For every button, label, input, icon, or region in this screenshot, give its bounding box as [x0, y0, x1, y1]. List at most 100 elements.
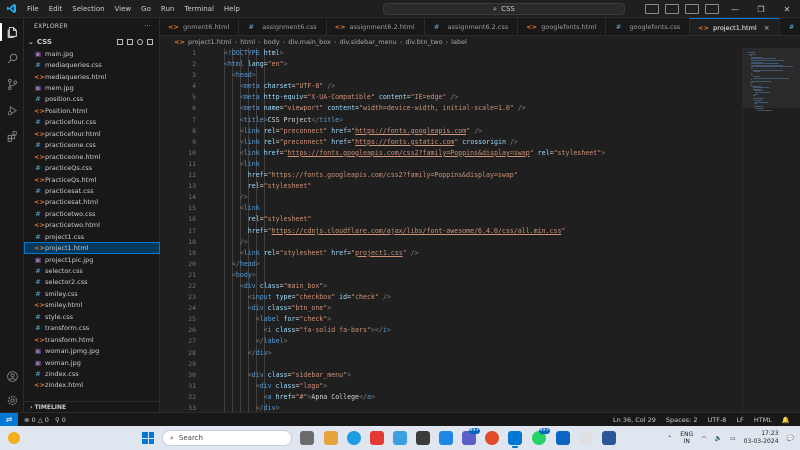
linkedin-icon[interactable]: [556, 431, 570, 445]
breadcrumb-item[interactable]: div.btn_two: [405, 38, 442, 46]
encoding[interactable]: UTF-8: [707, 416, 726, 424]
file-item[interactable]: <> practicesat.html: [24, 197, 160, 208]
code-line[interactable]: <label for="check">: [216, 314, 736, 325]
file-item[interactable]: # selector.css: [24, 265, 160, 276]
ports-status[interactable]: ⚲ 0: [55, 416, 66, 424]
maximize-button[interactable]: ❐: [748, 0, 774, 18]
code-line[interactable]: <link rel="stylesheet" href="project1.cs…: [216, 248, 736, 259]
vscode-taskbar-icon[interactable]: [508, 431, 522, 448]
whatsapp-icon[interactable]: 99+: [532, 428, 550, 445]
file-item[interactable]: # practicetwo.css: [24, 208, 160, 219]
indentation[interactable]: Spaces: 2: [666, 416, 698, 424]
tab-close-icon[interactable]: ×: [764, 24, 770, 32]
file-item[interactable]: ▣ woman.jpmg.jpg: [24, 345, 160, 356]
toggle-sidebar-icon[interactable]: [645, 4, 659, 14]
code-line[interactable]: <link rel="preconnect" href="https://fon…: [216, 126, 736, 137]
code-line[interactable]: <div class="main_box">: [216, 281, 736, 292]
menu-edit[interactable]: Edit: [44, 0, 68, 18]
code-editor[interactable]: 1 2 3 4 5 6 7 8 9 10 11 12 13 14 15 16 17 18 19 20 21 22 23 24 2…: [160, 48, 742, 412]
menu-view[interactable]: View: [110, 0, 137, 18]
search-icon[interactable]: [0, 46, 24, 70]
file-item[interactable]: ▣ mem.jpg: [24, 82, 160, 93]
timeline-section[interactable]: › TIMELINE: [24, 401, 160, 412]
file-item[interactable]: ▣ main.jpg: [24, 48, 160, 59]
mail-icon[interactable]: [439, 431, 453, 445]
code-line[interactable]: <div class="sidebar_menu">: [216, 370, 736, 381]
breadcrumb-item[interactable]: label: [451, 38, 467, 46]
tab-googlefonts-html[interactable]: <> googlefonts.html: [518, 18, 607, 35]
refresh-icon[interactable]: [137, 39, 143, 45]
tray-chevron-up-icon[interactable]: ⌃: [667, 435, 672, 442]
code-line[interactable]: <link: [216, 203, 736, 214]
cursor-position[interactable]: Ln 36, Col 29: [613, 416, 656, 424]
file-item[interactable]: # project1.css: [24, 231, 160, 242]
tab-gnment6-html[interactable]: <> gnment6.html: [160, 18, 240, 35]
weather-widget[interactable]: [0, 432, 20, 444]
menu-terminal[interactable]: Terminal: [179, 0, 219, 18]
breadcrumb-item[interactable]: div.sidebar_menu: [340, 38, 397, 46]
file-item[interactable]: <> smiley.html: [24, 300, 160, 311]
photos-icon[interactable]: [393, 431, 407, 445]
collapse-all-icon[interactable]: [147, 39, 153, 45]
code-line[interactable]: </head>: [216, 259, 736, 270]
windows-start-icon[interactable]: [142, 432, 154, 444]
file-item[interactable]: <> project1.html: [24, 242, 160, 254]
code-line[interactable]: <i class="fa-solid fa-bars"></i>: [216, 325, 736, 336]
settings-gear-icon[interactable]: [0, 388, 24, 412]
notifications-bell-icon[interactable]: 🔔: [782, 416, 790, 424]
minimize-button[interactable]: —: [722, 0, 748, 18]
code-line[interactable]: href="https://fonts.googleapis.com/css2?…: [216, 170, 736, 181]
toggle-panel-icon[interactable]: [665, 4, 679, 14]
account-icon[interactable]: [0, 364, 24, 388]
file-item[interactable]: # style.css: [24, 311, 160, 322]
code-line[interactable]: />: [216, 237, 736, 248]
code-line[interactable]: href="https://cdnjs.cloudflare.com/ajax/…: [216, 226, 736, 237]
tab-assignment6-css[interactable]: # assignment6.css: [239, 18, 327, 35]
speaker-icon[interactable]: 🔈: [714, 435, 721, 442]
code-line[interactable]: <div class="btn_one">: [216, 303, 736, 314]
code-line[interactable]: <meta charset="UTF-8" />: [216, 81, 736, 92]
file-item[interactable]: <> practiceone.html: [24, 151, 160, 162]
code-line[interactable]: rel="stylesheet": [216, 214, 736, 225]
folder-css[interactable]: ⌄ CSS: [24, 36, 159, 48]
code-line[interactable]: </label>: [216, 336, 736, 347]
tab-googlefonts-css[interactable]: # googlefonts.css: [606, 18, 691, 35]
code-line[interactable]: rel="stylesheet": [216, 181, 736, 192]
code-line[interactable]: <link rel="preconnect" href="https://fon…: [216, 137, 736, 148]
file-item[interactable]: # mediaqueries.css: [24, 59, 160, 70]
file-item[interactable]: ▣ woman.jpg: [24, 357, 160, 368]
language-mode[interactable]: HTML: [754, 416, 772, 424]
code-line[interactable]: <link href="https://fonts.googleapis.com…: [216, 148, 736, 159]
breadcrumb-item[interactable]: project1.html: [188, 38, 232, 46]
file-item[interactable]: <> transform.html: [24, 334, 160, 345]
minimap[interactable]: [742, 48, 800, 412]
code-line[interactable]: <div class="logo">: [216, 381, 736, 392]
code-line[interactable]: <meta http-equiv="X-UA-Compatible" conte…: [216, 92, 736, 103]
tab-project1-css[interactable]: #project1.css: [780, 18, 800, 35]
toggle-secondary-sidebar-icon[interactable]: [685, 4, 699, 14]
github-icon[interactable]: [579, 431, 593, 445]
file-item[interactable]: ▣ project1pic.jpg: [24, 254, 160, 265]
code-lines[interactable]: <!DOCTYPE html> <html lang="en"> <head> …: [216, 48, 736, 412]
code-line[interactable]: <a href="#">Apna College</a>: [216, 392, 736, 403]
code-line[interactable]: <title>CSS Project</title>: [216, 115, 736, 126]
taskbar-search[interactable]: ⌕ Search: [162, 430, 292, 446]
file-item[interactable]: <> practicefour.html: [24, 128, 160, 139]
store-icon[interactable]: [416, 431, 430, 445]
youtube-icon[interactable]: [370, 431, 384, 445]
edge-browser-icon[interactable]: [347, 431, 361, 445]
file-item[interactable]: # smiley.css: [24, 288, 160, 299]
new-file-icon[interactable]: [117, 39, 123, 45]
word-icon[interactable]: [602, 431, 616, 445]
menu-go[interactable]: Go: [136, 0, 156, 18]
battery-icon[interactable]: ▭: [730, 435, 736, 442]
file-item[interactable]: # practicefour.css: [24, 117, 160, 128]
code-line[interactable]: </div>: [216, 348, 736, 359]
menu-help[interactable]: Help: [219, 0, 245, 18]
code-line[interactable]: [216, 359, 736, 370]
input-language[interactable]: ENG IN: [680, 431, 693, 445]
more-actions-icon[interactable]: ···: [144, 18, 151, 36]
new-folder-icon[interactable]: [127, 39, 133, 45]
command-center-search[interactable]: ⌕ CSS: [383, 3, 625, 15]
chrome-icon[interactable]: [485, 431, 499, 445]
